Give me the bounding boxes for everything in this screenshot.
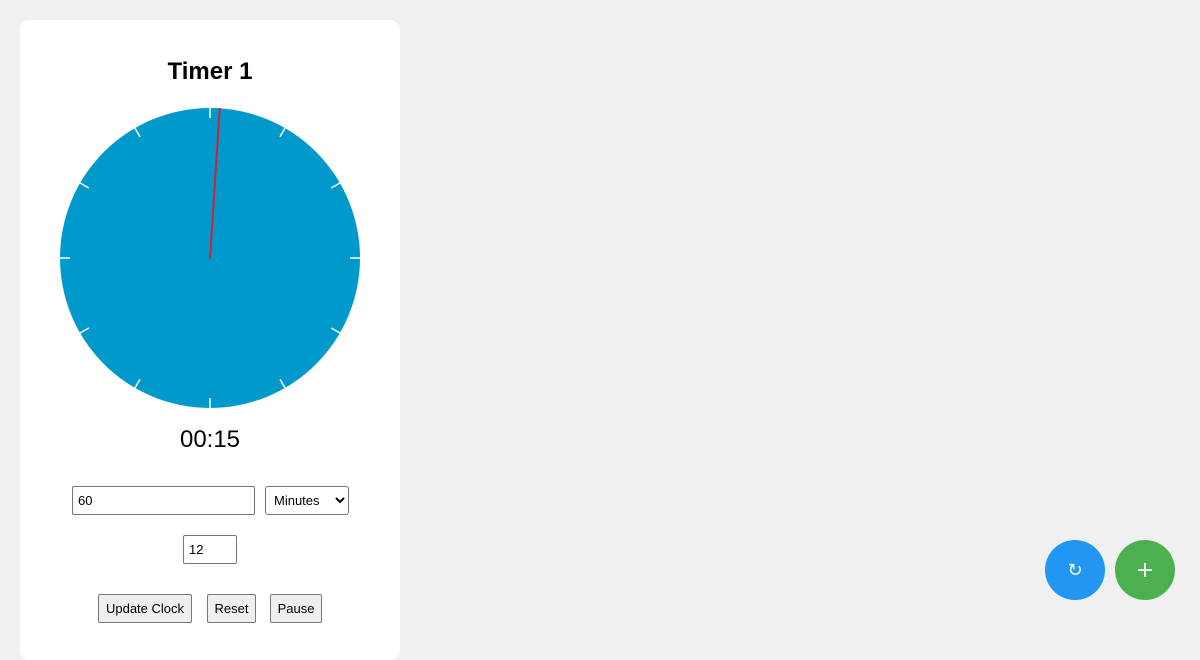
time-display: 00:15 (179, 426, 241, 453)
update-clock-button[interactable]: Update Clock (98, 594, 192, 623)
refresh-icon: ↻ (1067, 559, 1083, 581)
timer-card: Timer 1 00:15 Minutes Update Clock Reset… (20, 20, 400, 660)
timer-title: Timer 1 (167, 58, 253, 85)
unit-select[interactable]: Minutes (265, 486, 349, 515)
ticks-input[interactable] (183, 535, 237, 564)
plus-icon: + (1135, 557, 1155, 583)
refresh-fab-button[interactable]: ↻ (1045, 540, 1105, 600)
pause-button[interactable]: Pause (270, 594, 322, 623)
clock-face (60, 108, 360, 408)
add-timer-fab-button[interactable]: + (1115, 540, 1175, 600)
reset-button[interactable]: Reset (207, 594, 256, 623)
duration-input[interactable] (72, 486, 255, 515)
